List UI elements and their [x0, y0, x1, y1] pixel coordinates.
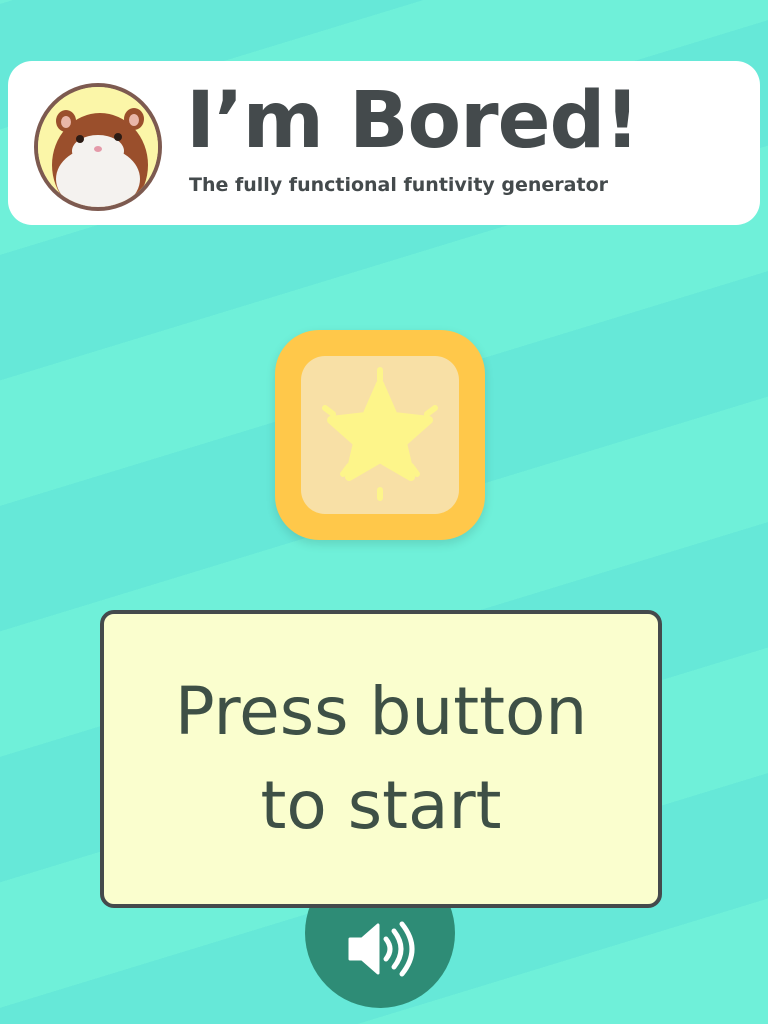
hamster-avatar [34, 83, 162, 211]
message-line-1: Press button [174, 673, 588, 750]
app-subtitle: The fully functional funtivity generator [189, 174, 609, 196]
message-line-2: to start [260, 767, 502, 844]
speaker-volume-icon [348, 921, 415, 977]
hamster-icon [38, 87, 158, 207]
app-title: I’m Bored! [186, 76, 640, 166]
message-panel: Press button to start [100, 610, 662, 908]
start-button[interactable] [275, 330, 485, 540]
start-button-face [301, 356, 459, 514]
star-icon [322, 367, 438, 501]
header-card: I’m Bored! The fully functional funtivit… [8, 61, 760, 225]
